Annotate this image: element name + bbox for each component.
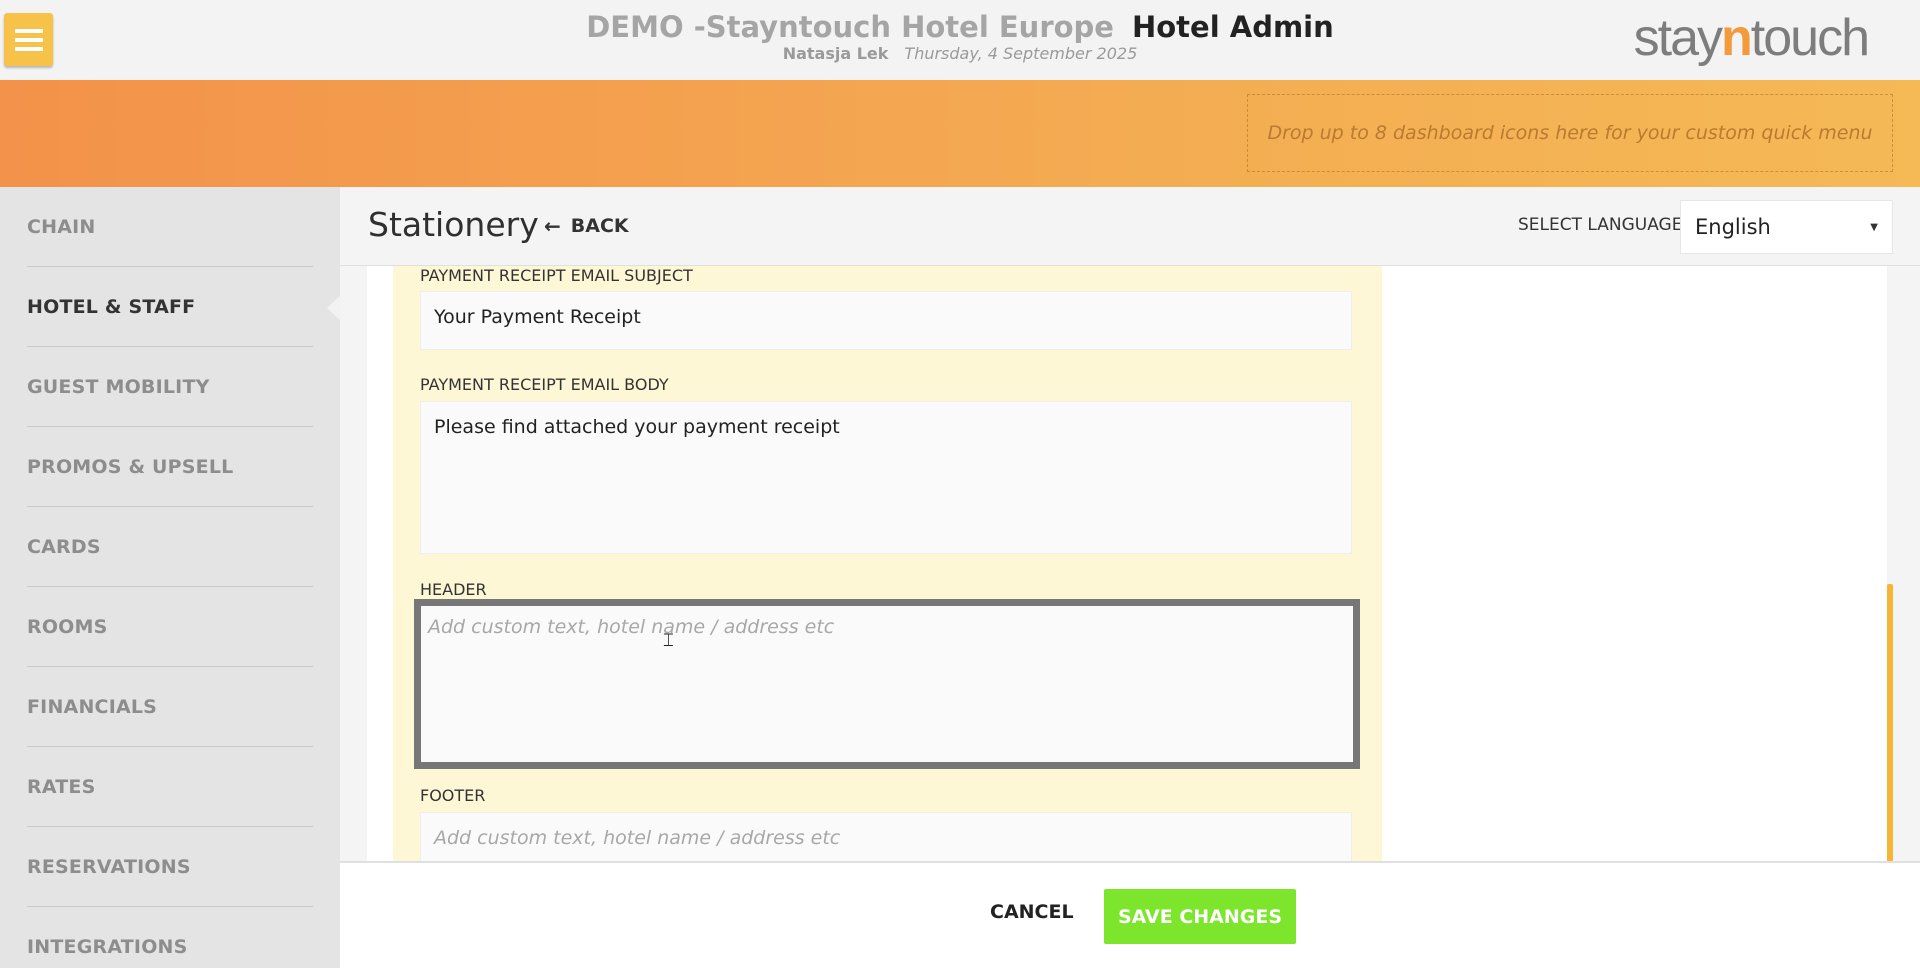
sidebar-item-cards[interactable]: CARDS [27, 507, 313, 587]
sidebar-item-label: RESERVATIONS [27, 855, 191, 878]
sidebar-item-label: HOTEL & STAFF [27, 295, 196, 318]
language-select[interactable]: English ▼ [1680, 200, 1893, 254]
sidebar-item-reservations[interactable]: RESERVATIONS [27, 827, 313, 907]
text-cursor-icon: ⌶ [663, 630, 674, 651]
arrow-left-icon: ← [544, 214, 561, 238]
back-button[interactable]: ← BACK [544, 214, 629, 238]
main-content: Stationery ← BACK SELECT LANGUAGE Englis… [340, 187, 1920, 968]
sidebar-item-guest-mobility[interactable]: GUEST MOBILITY [27, 347, 313, 427]
top-header: DEMO -Stayntouch Hotel Europe Hotel Admin… [0, 0, 1920, 80]
action-bar: CANCEL SAVE CHANGES [340, 861, 1920, 968]
payment-receipt-subject-input[interactable]: Your Payment Receipt [420, 291, 1352, 350]
current-date: Thursday, 4 September 2025 [904, 44, 1138, 63]
sidebar-item-chain[interactable]: CHAIN [27, 187, 313, 267]
sidebar-item-label: PROMOS & UPSELL [27, 455, 234, 478]
payment-receipt-body-textarea[interactable]: Please find attached your payment receip… [420, 401, 1352, 554]
footer-textarea[interactable]: Add custom text, hotel name / address et… [420, 812, 1352, 861]
sidebar-item-label: CHAIN [27, 215, 96, 238]
sidebar-item-label: RATES [27, 775, 96, 798]
sidebar-item-promos-upsell[interactable]: PROMOS & UPSELL [27, 427, 313, 507]
sidebar-item-rates[interactable]: RATES [27, 747, 313, 827]
form-scroll-area[interactable]: PAYMENT RECEIPT EMAIL SUBJECT Your Payme… [367, 266, 1887, 861]
quick-menu-banner: Drop up to 8 dashboard icons here for yo… [0, 80, 1920, 187]
sidebar-item-label: GUEST MOBILITY [27, 375, 210, 398]
logo-suffix: touch [1750, 9, 1870, 67]
scrollbar-thumb[interactable] [1887, 584, 1893, 862]
sidebar-item-rooms[interactable]: ROOMS [27, 587, 313, 667]
payment-receipt-body-label: PAYMENT RECEIPT EMAIL BODY [420, 375, 669, 394]
logo-prefix: stay [1633, 9, 1723, 67]
payment-receipt-subject-label: PAYMENT RECEIPT EMAIL SUBJECT [420, 266, 693, 285]
page-header: Stationery ← BACK SELECT LANGUAGE Englis… [340, 187, 1920, 266]
header-textarea[interactable]: Add custom text, hotel name / address et… [414, 599, 1360, 769]
quick-menu-hint: Drop up to 8 dashboard icons here for yo… [1267, 122, 1873, 144]
logo-highlight: n [1721, 9, 1753, 67]
quick-menu-drop-zone[interactable]: Drop up to 8 dashboard icons here for yo… [1247, 94, 1893, 172]
back-label: BACK [570, 215, 629, 237]
sidebar-item-label: CARDS [27, 535, 101, 558]
stationery-form: PAYMENT RECEIPT EMAIL SUBJECT Your Payme… [393, 266, 1382, 861]
language-value: English [1695, 215, 1771, 239]
save-changes-label: SAVE CHANGES [1117, 905, 1283, 928]
save-changes-button[interactable]: SAVE CHANGES [1104, 889, 1296, 944]
cancel-button[interactable]: CANCEL [990, 901, 1074, 923]
app-name: Hotel Admin [1131, 10, 1334, 44]
sidebar: CHAIN HOTEL & STAFF GUEST MOBILITY PROMO… [0, 187, 341, 968]
header-label: HEADER [420, 580, 487, 599]
sidebar-item-financials[interactable]: FINANCIALS [27, 667, 313, 747]
stayntouch-logo: stayntouch [1633, 8, 1870, 68]
footer-label: FOOTER [420, 786, 486, 805]
hotel-name: DEMO -Stayntouch Hotel Europe [586, 10, 1114, 44]
sidebar-item-integrations[interactable]: INTEGRATIONS [27, 907, 313, 968]
user-name: Natasja Lek [782, 44, 889, 63]
sidebar-item-label: ROOMS [27, 615, 108, 638]
page-title: Stationery [368, 205, 539, 244]
sidebar-item-hotel-staff[interactable]: HOTEL & STAFF [27, 267, 341, 347]
sidebar-item-label: FINANCIALS [27, 695, 158, 718]
select-language-label: SELECT LANGUAGE [1518, 215, 1683, 235]
caret-down-icon: ▼ [1870, 222, 1878, 233]
sidebar-item-label: INTEGRATIONS [27, 935, 188, 958]
header-title: DEMO -Stayntouch Hotel Europe Hotel Admin… [0, 10, 1920, 63]
